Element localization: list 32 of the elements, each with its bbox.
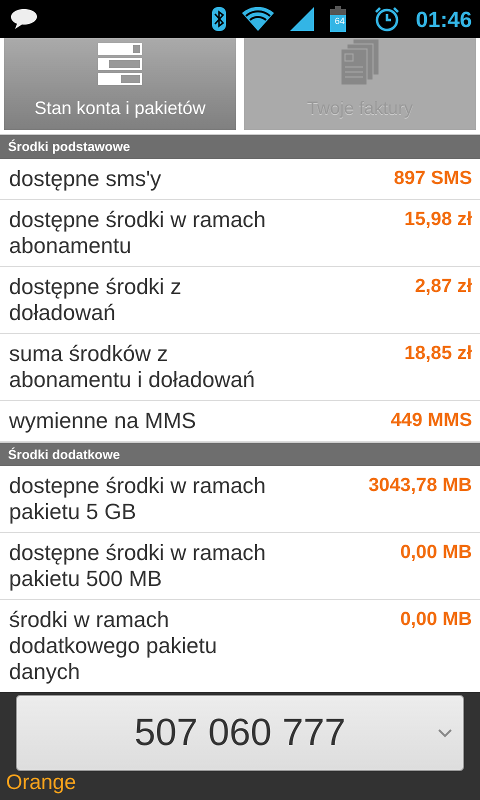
item-label: wymienne na MMS — [9, 408, 198, 434]
item-label: suma środków z abonamentu i doładowań — [9, 340, 256, 392]
item-value: 3043,78 MB — [368, 474, 472, 498]
battery-level: 64 — [334, 15, 346, 28]
clock-time: 01:46 — [416, 6, 472, 34]
section-header: Środki dodatkowe — [0, 442, 480, 466]
item-label: dostępne sms'y — [9, 166, 162, 192]
operator-name: Orange — [6, 770, 76, 796]
battery-icon — [330, 6, 346, 32]
list-icon — [98, 43, 142, 85]
documents-icon — [341, 39, 379, 85]
item-value: 897 SMS — [394, 166, 472, 190]
item-label: dostępne środki w ramach pakietu 500 MB — [9, 540, 267, 592]
item-value: 0,00 MB — [400, 608, 472, 632]
number-dropdown[interactable]: 507 060 777 — [16, 695, 464, 771]
item-label: dostępne środki z doładowań — [9, 274, 182, 326]
section-header: Środki podstawowe — [0, 134, 480, 158]
item-label: dostępne środki w ramach abonamentu — [9, 206, 267, 258]
item-label: dostepne środki w ramach pakietu 5 GB — [9, 473, 267, 525]
chat-icon — [10, 8, 38, 30]
item-label: środki w ramach dodatkowego pakietu danych — [9, 607, 218, 685]
item-value: 449 MMS — [390, 408, 472, 432]
item-value: 0,00 MB — [400, 541, 472, 565]
caret-icon — [437, 728, 453, 738]
alarm-icon — [374, 6, 400, 32]
wifi-icon — [242, 7, 274, 31]
bluetooth-icon — [212, 7, 226, 31]
signal-icon — [290, 7, 314, 31]
item-value: 15,98 zł — [404, 208, 472, 232]
tab[interactable]: Stan konta i pakietów — [4, 38, 236, 130]
item-value: 2,87 zł — [414, 274, 472, 298]
item-value: 18,85 zł — [404, 342, 472, 366]
